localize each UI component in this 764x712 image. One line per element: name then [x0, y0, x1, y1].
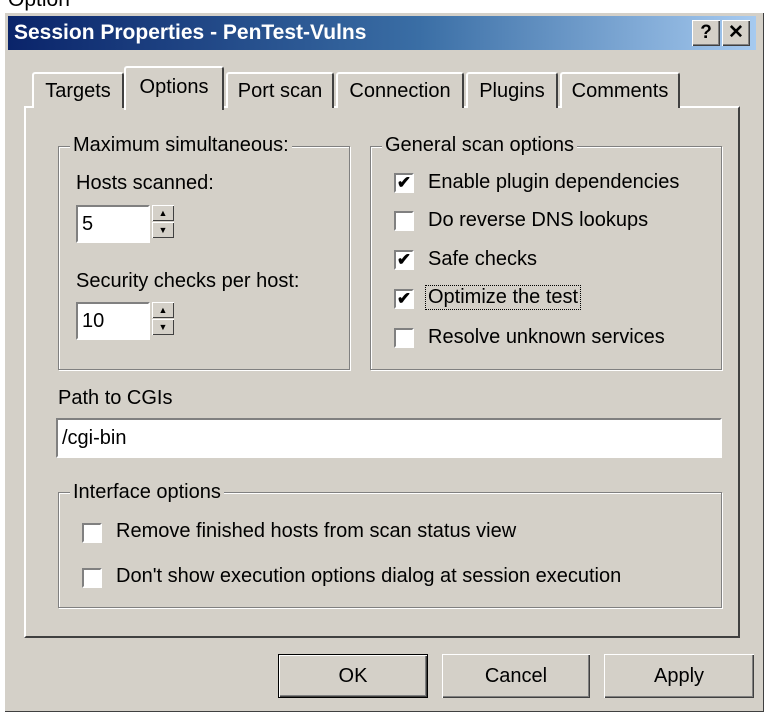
tab-options[interactable]: Options	[124, 66, 224, 110]
tab-label: Options	[139, 76, 209, 98]
optimize-test-checkbox[interactable]: ✔	[394, 289, 414, 309]
tab-port-scan[interactable]: Port scan	[226, 72, 334, 108]
hosts-scanned-input[interactable]: 5	[76, 205, 150, 243]
checkmark-icon: ✔	[396, 173, 412, 192]
interface-options-group	[58, 492, 722, 608]
arrow-up-icon: ▲	[158, 208, 168, 218]
checks-spin-down-button[interactable]: ▼	[152, 319, 174, 335]
checkmark-icon: ✔	[396, 250, 412, 269]
security-checks-value: 10	[82, 310, 105, 332]
remove-finished-hosts-checkbox[interactable]	[82, 523, 102, 543]
enable-plugin-dependencies-checkbox[interactable]: ✔	[394, 173, 414, 193]
help-icon: ?	[700, 22, 712, 43]
max-simultaneous-legend: Maximum simultaneous:	[70, 134, 292, 157]
path-to-cgis-value: /cgi-bin	[62, 427, 127, 449]
security-checks-label: Security checks per host:	[76, 270, 300, 292]
general-scan-options-legend: General scan options	[382, 134, 578, 157]
safe-checks-checkbox[interactable]: ✔	[394, 250, 414, 270]
checks-spin-up-button[interactable]: ▲	[152, 302, 174, 318]
cancel-button[interactable]: Cancel	[442, 654, 590, 698]
tab-label: Targets	[45, 80, 111, 102]
hosts-spin-down-button[interactable]: ▼	[152, 222, 174, 238]
hosts-scanned-value: 5	[82, 213, 94, 235]
tab-connection[interactable]: Connection	[336, 72, 464, 108]
reverse-dns-lookups-label[interactable]: Do reverse DNS lookups	[428, 209, 648, 232]
arrow-down-icon: ▼	[158, 225, 168, 235]
tab-targets[interactable]: Targets	[32, 72, 124, 108]
tab-comments[interactable]: Comments	[560, 72, 680, 108]
safe-checks-label[interactable]: Safe checks	[428, 248, 537, 271]
checkmark-icon: ✔	[396, 289, 412, 308]
tab-plugins[interactable]: Plugins	[466, 72, 558, 108]
window-title: Session Properties - PenTest-Vulns	[14, 21, 367, 44]
ok-button[interactable]: OK	[278, 654, 428, 698]
security-checks-input[interactable]: 10	[76, 302, 150, 340]
arrow-up-icon: ▲	[158, 305, 168, 315]
close-icon: ✕	[728, 22, 744, 43]
tab-label: Comments	[571, 80, 669, 102]
apply-button[interactable]: Apply	[604, 654, 754, 698]
help-button[interactable]: ?	[692, 20, 720, 46]
dont-show-execution-options-checkbox[interactable]	[82, 568, 102, 588]
enable-plugin-dependencies-label[interactable]: Enable plugin dependencies	[428, 171, 679, 194]
optimize-test-label[interactable]: Optimize the test	[424, 285, 582, 310]
interface-options-legend: Interface options	[70, 481, 224, 504]
tab-label: Plugins	[479, 80, 545, 102]
tab-label: Connection	[349, 80, 451, 102]
close-button[interactable]: ✕	[722, 20, 750, 46]
hosts-spin-up-button[interactable]: ▲	[152, 205, 174, 221]
resolve-unknown-services-label[interactable]: Resolve unknown services	[428, 326, 665, 349]
dont-show-execution-options-label[interactable]: Don't show execution options dialog at s…	[116, 565, 621, 588]
hosts-scanned-label: Hosts scanned:	[76, 172, 214, 194]
remove-finished-hosts-label[interactable]: Remove finished hosts from scan status v…	[116, 520, 516, 543]
reverse-dns-lookups-checkbox[interactable]	[394, 211, 414, 231]
tab-label: Port scan	[237, 80, 323, 102]
resolve-unknown-services-checkbox[interactable]	[394, 328, 414, 348]
path-to-cgis-input[interactable]: /cgi-bin	[56, 418, 722, 458]
arrow-down-icon: ▼	[158, 322, 168, 332]
background-text-fragment: Option	[8, 0, 70, 11]
path-to-cgis-label: Path to CGIs	[58, 387, 173, 409]
